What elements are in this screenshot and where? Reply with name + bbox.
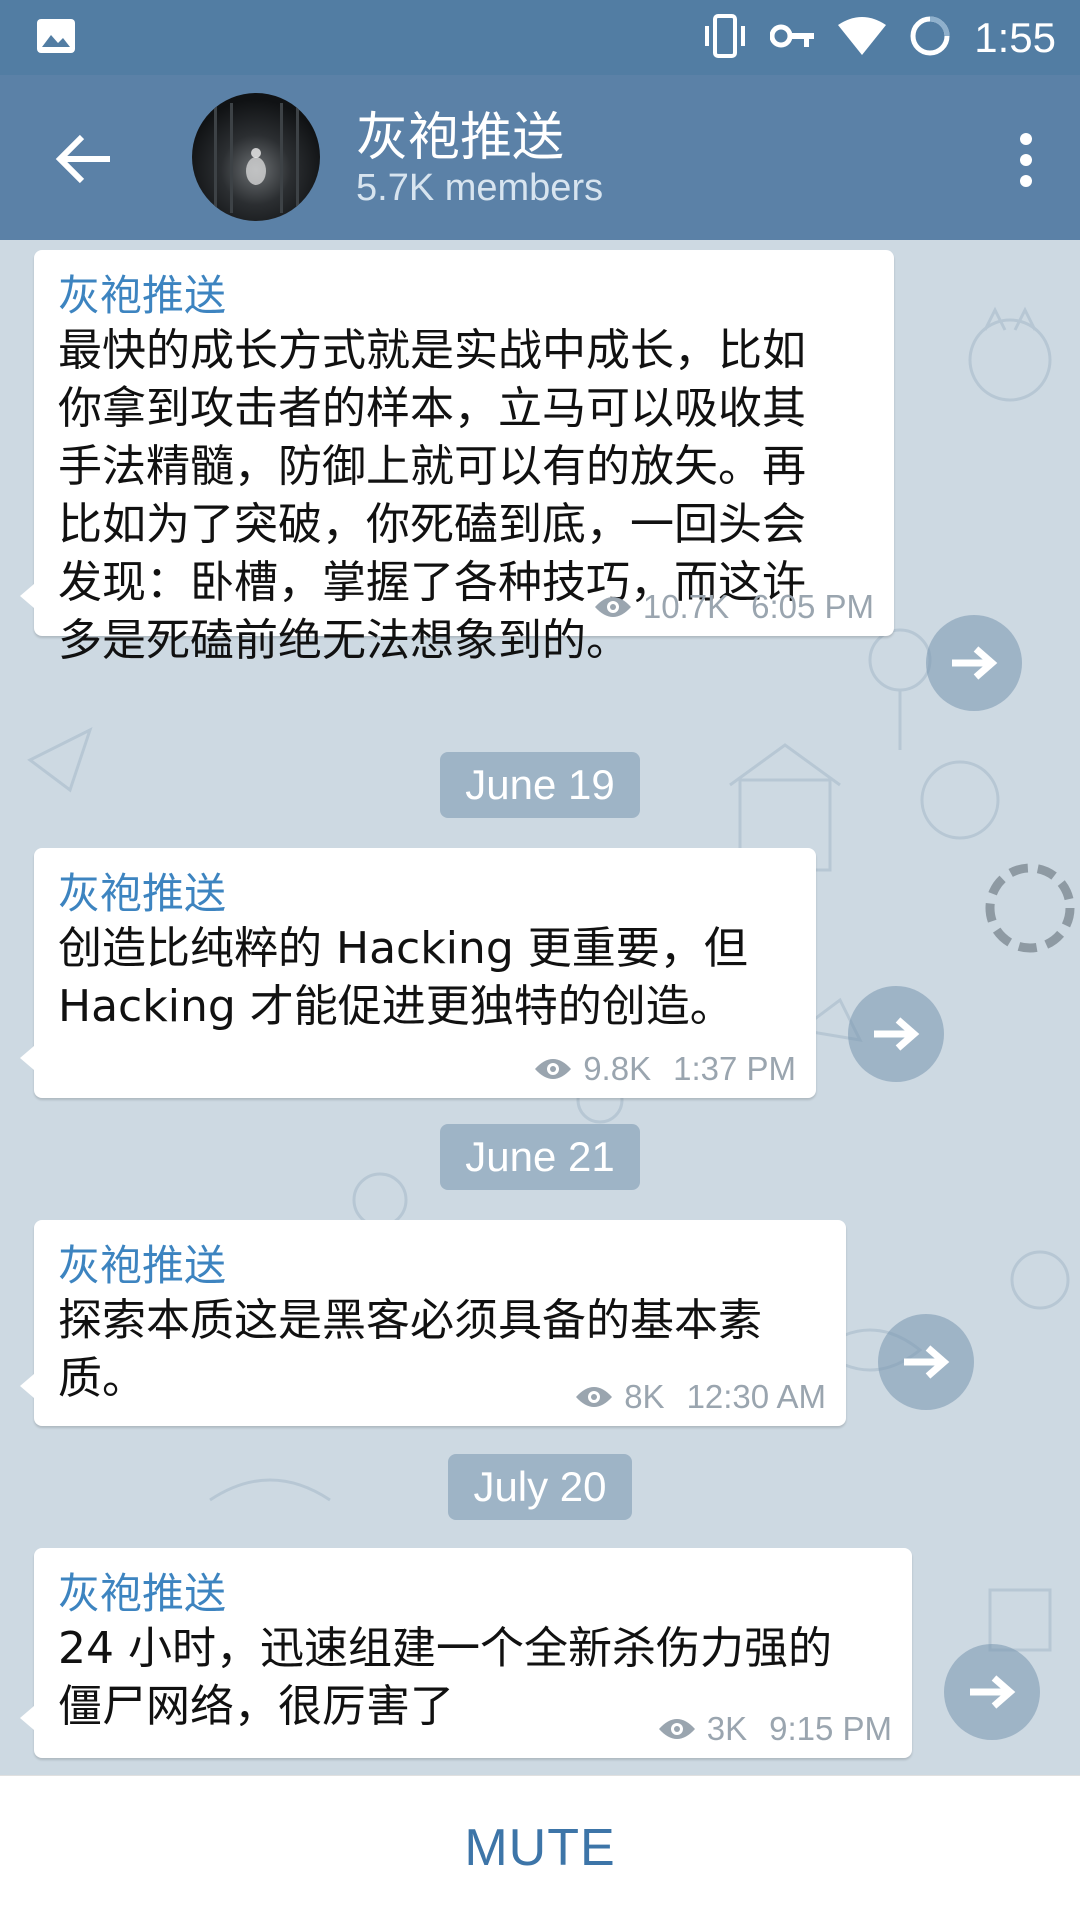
message-meta: 9.8K 1:37 PM	[533, 1050, 796, 1088]
message-bubble[interactable]: 灰袍推送 探索本质这是黑客必须具备的基本素 质。 8K 12:30 AM	[20, 1220, 846, 1426]
message-meta: 10.7K 6:05 PM	[593, 588, 874, 626]
forward-button[interactable]	[926, 615, 1022, 711]
back-arrow-icon[interactable]	[48, 123, 120, 195]
message-bubble[interactable]: 灰袍推送 最快的成长方式就是实战中成长，比如 你拿到攻击者的样本，立马可以吸收其…	[20, 250, 894, 666]
eye-icon	[535, 1059, 572, 1079]
message-list[interactable]: 灰袍推送 最快的成长方式就是实战中成长，比如 你拿到攻击者的样本，立马可以吸收其…	[0, 240, 1080, 1775]
message-sender[interactable]: 灰袍推送	[58, 270, 870, 322]
message-time: 9:15 PM	[769, 1710, 892, 1747]
wifi-icon	[838, 17, 887, 59]
sync-icon	[908, 14, 952, 62]
date-separator: June 21	[440, 1124, 640, 1190]
message-sender[interactable]: 灰袍推送	[58, 868, 792, 920]
forward-arrow-icon	[904, 1345, 950, 1379]
message-text: 创造比纯粹的 Hacking 更重要，但 Hacking 才能促进更独特的创造。	[58, 923, 748, 1032]
eye-icon	[576, 1387, 613, 1407]
message-bubble[interactable]: 灰袍推送 创造比纯粹的 Hacking 更重要，但 Hacking 才能促进更独…	[20, 848, 816, 1098]
eye-icon	[594, 597, 631, 617]
image-icon	[36, 18, 76, 58]
bottom-bar: MUTE	[0, 1775, 1080, 1921]
chat-header: 灰袍推送 5.7K members	[0, 75, 1080, 240]
message-meta: 8K 12:30 AM	[574, 1378, 826, 1416]
forward-arrow-icon	[874, 1017, 920, 1051]
message-sender[interactable]: 灰袍推送	[58, 1240, 822, 1292]
message-meta: 3K 9:15 PM	[657, 1710, 892, 1748]
message-time: 6:05 PM	[751, 588, 874, 625]
chat-title[interactable]: 灰袍推送	[356, 95, 564, 170]
date-separator: July 20	[448, 1454, 632, 1520]
message-time: 12:30 AM	[686, 1378, 826, 1415]
message-time: 1:37 PM	[673, 1050, 796, 1087]
forward-button[interactable]	[878, 1314, 974, 1410]
status-time: 1:55	[974, 14, 1056, 61]
status-bar: 1:55	[0, 0, 1080, 75]
date-separator: June 19	[440, 752, 640, 818]
member-count: 5.7K members	[356, 167, 604, 209]
forward-button[interactable]	[848, 986, 944, 1082]
forward-arrow-icon	[952, 646, 998, 680]
view-count: 3K	[706, 1710, 748, 1747]
more-vert-icon[interactable]	[996, 125, 1056, 195]
forward-arrow-icon	[970, 1675, 1016, 1709]
loading-spinner-icon	[985, 863, 1075, 953]
avatar[interactable]	[192, 93, 320, 221]
forward-button[interactable]	[944, 1644, 1040, 1740]
vpn-key-icon	[769, 21, 816, 55]
vibrate-icon	[702, 14, 748, 62]
message-bubble[interactable]: 灰袍推送 24 小时，迅速组建一个全新杀伤力强的 僵尸网络，很厉害了 3K 9:…	[20, 1548, 912, 1758]
view-count: 9.8K	[583, 1050, 652, 1087]
view-count: 8K	[624, 1378, 665, 1415]
message-sender[interactable]: 灰袍推送	[58, 1568, 888, 1620]
mute-button[interactable]: MUTE	[0, 1776, 1080, 1921]
view-count: 10.7K	[642, 588, 730, 625]
eye-icon	[658, 1719, 695, 1739]
